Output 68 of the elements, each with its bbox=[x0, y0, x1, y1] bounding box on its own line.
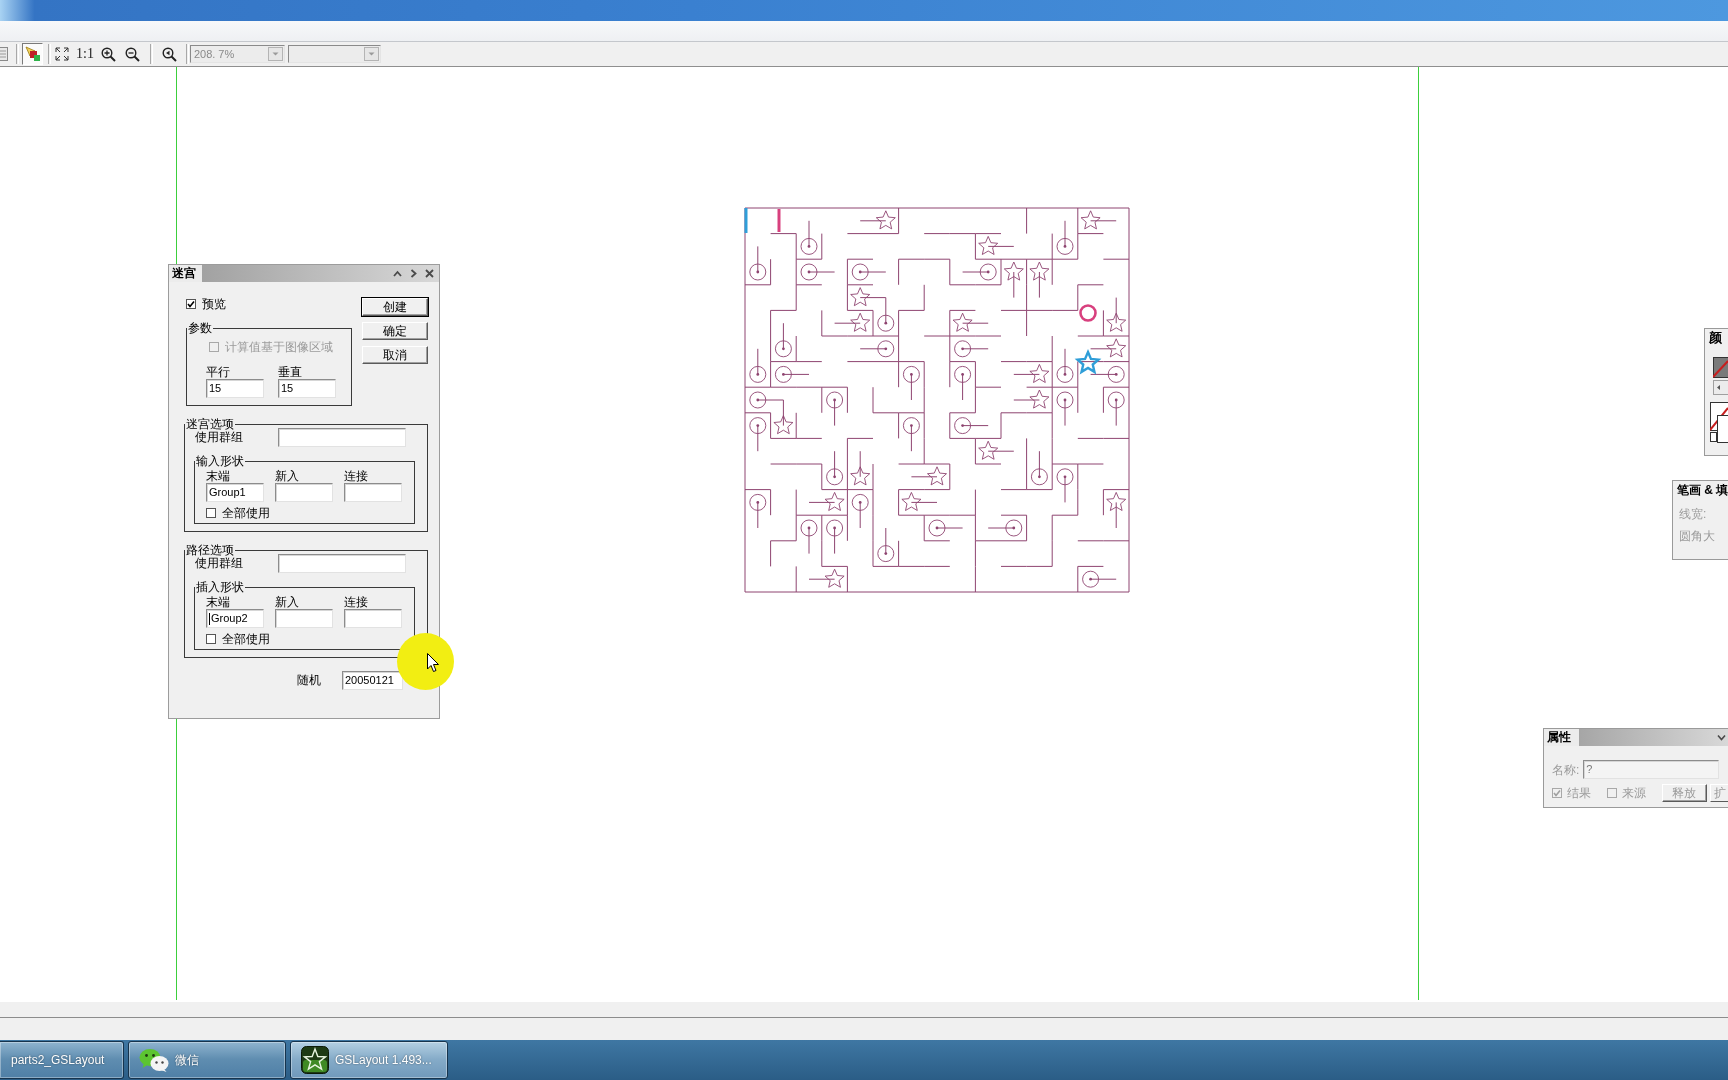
stroke-fill-swatch-icon[interactable] bbox=[1710, 402, 1728, 443]
expand-icon[interactable] bbox=[55, 47, 69, 61]
taskbar-button[interactable]: 微信 bbox=[128, 1041, 286, 1079]
zoom-in-icon[interactable] bbox=[100, 46, 116, 62]
field-label: 新入 bbox=[275, 596, 300, 609]
checkbox[interactable] bbox=[206, 634, 216, 644]
text-field[interactable] bbox=[278, 428, 406, 447]
field-label: 连接 bbox=[344, 596, 369, 609]
panel-title: 笔画 & 填 bbox=[1676, 482, 1728, 499]
field-label: 连接 bbox=[344, 470, 369, 483]
group-label: 插入形状 bbox=[195, 581, 245, 594]
text-field[interactable] bbox=[278, 554, 406, 573]
combo-box[interactable] bbox=[287, 45, 381, 63]
document-icon[interactable] bbox=[0, 46, 9, 62]
text-field[interactable] bbox=[275, 609, 333, 628]
dialog-title: 迷宫 bbox=[169, 265, 202, 282]
mouse-pointer-icon bbox=[427, 653, 439, 673]
chat-bubbles-icon bbox=[139, 1048, 169, 1072]
chevron-up-icon[interactable] bbox=[393, 269, 402, 278]
field-label: 使用群组 bbox=[195, 431, 244, 444]
field-label: 末端 bbox=[206, 596, 231, 609]
checkbox-label: 来源 bbox=[1622, 786, 1646, 800]
group-label: 路径选项 bbox=[185, 544, 235, 557]
tool-button[interactable] bbox=[22, 43, 43, 65]
field-label: 圆角大 bbox=[1679, 529, 1716, 543]
text-field[interactable] bbox=[275, 483, 333, 502]
field-label: 垂直 bbox=[278, 366, 303, 379]
checkbox-label: 全部使用 bbox=[222, 506, 270, 520]
text-field[interactable]: 15 bbox=[206, 379, 264, 398]
field-label: 线宽: bbox=[1679, 507, 1708, 521]
color-swatch-icon[interactable] bbox=[1713, 357, 1728, 378]
field-label: 平行 bbox=[206, 366, 231, 379]
close-icon[interactable] bbox=[425, 269, 434, 278]
shapes-tool-icon bbox=[24, 46, 41, 62]
cancel-button[interactable]: 取消 bbox=[362, 346, 428, 364]
text-field[interactable]: 20050121 bbox=[342, 671, 403, 690]
ok-button[interactable]: 确定 bbox=[362, 322, 428, 340]
zoom-back-icon[interactable] bbox=[161, 46, 177, 62]
checkbox-label: 计算值基于图像区域 bbox=[225, 340, 333, 354]
group-label: 迷宫选项 bbox=[185, 418, 235, 431]
panel-title: 属性 bbox=[1544, 729, 1579, 746]
group-label: 输入形状 bbox=[195, 455, 245, 468]
field-label: 随机 bbox=[297, 674, 321, 687]
checkbox[interactable] bbox=[186, 299, 196, 309]
field-label: 新入 bbox=[275, 470, 300, 483]
text-field[interactable] bbox=[344, 483, 402, 502]
chevron-right-icon[interactable] bbox=[410, 269, 417, 278]
scroll-left-icon[interactable] bbox=[1713, 380, 1728, 395]
field-label: 名称: bbox=[1552, 762, 1580, 777]
group-label: 参数 bbox=[187, 322, 213, 335]
checkbox[interactable] bbox=[206, 508, 216, 518]
text-field[interactable]: 15 bbox=[278, 379, 336, 398]
text-field[interactable] bbox=[344, 609, 402, 628]
chevron-down-icon[interactable] bbox=[1717, 734, 1726, 741]
text-cursor-icon bbox=[209, 612, 210, 625]
text-field[interactable]: Group2 bbox=[206, 609, 264, 628]
field-label: 使用群组 bbox=[195, 557, 244, 570]
actual-size-button[interactable]: 1:1 bbox=[76, 46, 94, 62]
zoom-out-icon[interactable] bbox=[124, 46, 140, 62]
taskbar-button[interactable]: parts2_GSLayout bbox=[0, 1041, 124, 1079]
create-button[interactable]: 创建 bbox=[362, 298, 428, 316]
checkbox-label: 结果 bbox=[1567, 786, 1591, 800]
field-label: 末端 bbox=[206, 470, 231, 483]
star-tile-icon bbox=[301, 1046, 329, 1074]
text-field[interactable]: Group1 bbox=[206, 483, 264, 502]
checkbox-label: 全部使用 bbox=[222, 632, 270, 646]
checkbox-label: 预览 bbox=[202, 297, 226, 311]
panel-title: 颜 bbox=[1708, 329, 1723, 347]
